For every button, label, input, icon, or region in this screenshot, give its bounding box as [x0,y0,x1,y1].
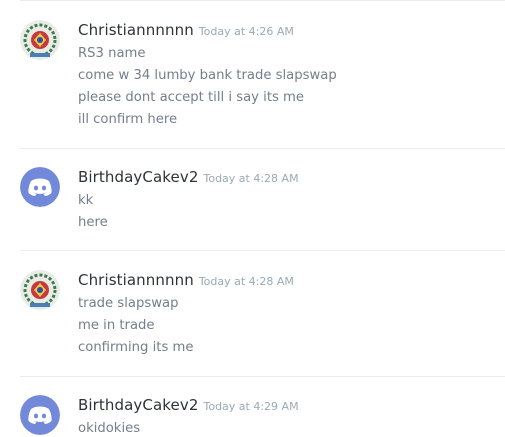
message-divider [20,0,505,1]
message-text: confirming its me [78,340,194,355]
user-avatar[interactable] [20,20,60,60]
flag-avatar-icon [20,270,60,310]
message-group: BirthdayCakev2 Today at 4:28 AM kk here [0,167,505,237]
message-group: Christiannnnnn Today at 4:26 AM RS3 name … [0,20,505,130]
message-divider [20,250,505,251]
message-text: okidokies [78,421,141,436]
timestamp: Today at 4:28 AM [198,275,294,288]
message-text: trade slapswap [78,296,179,311]
user-avatar[interactable] [20,270,60,310]
username[interactable]: Christiannnnnn [78,271,194,289]
message-divider [20,148,505,149]
timestamp: Today at 4:26 AM [198,25,294,38]
username[interactable]: BirthdayCakev2 [78,168,198,186]
message-group: Christiannnnnn Today at 4:28 AM trade sla… [0,270,505,360]
message-text: here [78,215,108,230]
message-text: come w 34 lumby bank trade slapswap [78,68,337,83]
user-avatar[interactable] [20,395,60,435]
username[interactable]: Christiannnnnn [78,21,194,39]
message-text: ill confirm here [78,112,178,127]
timestamp: Today at 4:29 AM [203,400,299,413]
message-group: BirthdayCakev2 Today at 4:29 AM okidokies [0,395,505,437]
message-text: please dont accept till i say its me [78,90,305,105]
username[interactable]: BirthdayCakev2 [78,396,198,414]
flag-avatar-icon [20,20,60,60]
message-text: RS3 name [78,46,146,61]
message-text: me in trade [78,318,155,333]
discord-logo-avatar-icon [20,395,60,435]
user-avatar[interactable] [20,167,60,207]
timestamp: Today at 4:28 AM [203,172,299,185]
message-divider [20,376,505,377]
message-text: kk [78,193,94,208]
discord-logo-avatar-icon [20,167,60,207]
